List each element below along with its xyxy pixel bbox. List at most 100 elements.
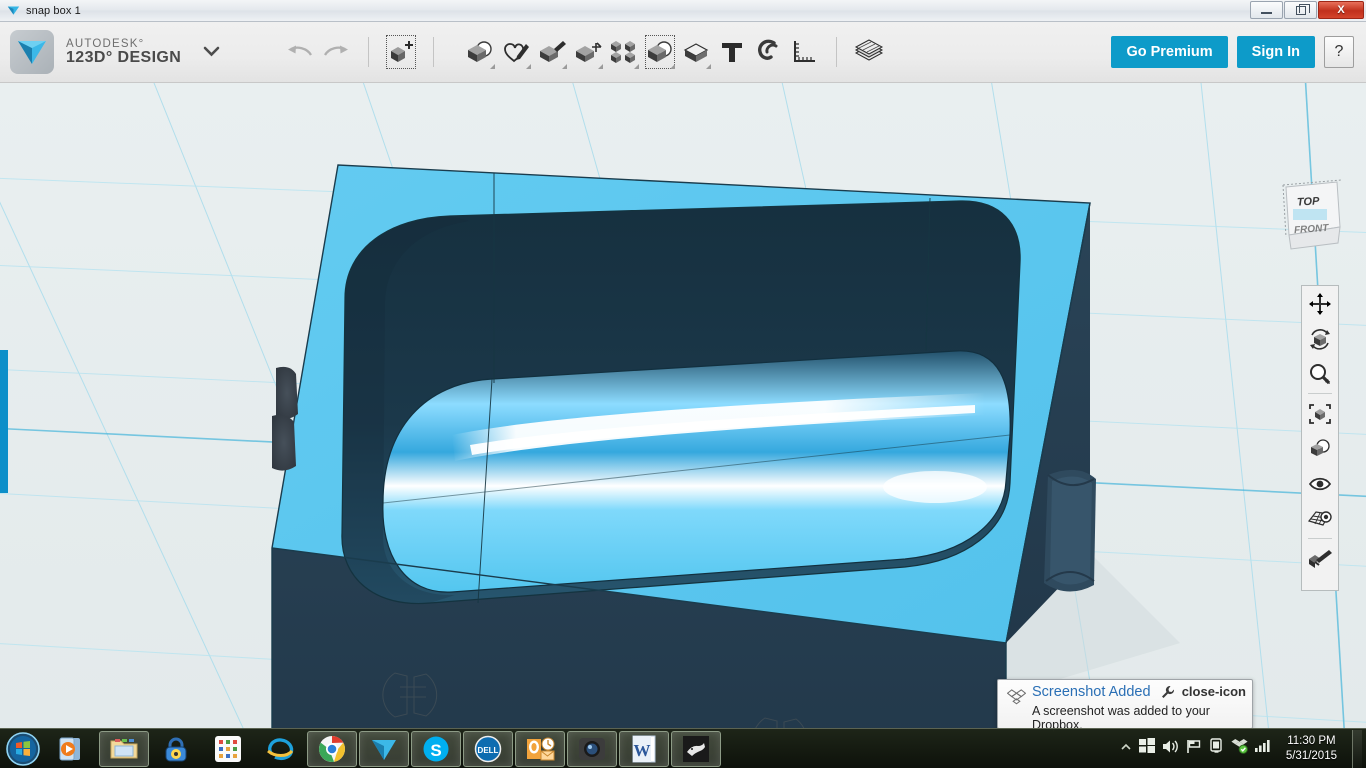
ground-grid — [0, 83, 1366, 728]
toolbar-divider — [368, 37, 369, 67]
123d-design-icon — [370, 736, 398, 762]
taskbar-media-player[interactable] — [47, 731, 97, 767]
tray-dropbox-icon[interactable] — [1231, 738, 1248, 759]
chrome-icon — [318, 735, 346, 763]
construct-icon — [537, 40, 567, 64]
windows-logo-icon — [1139, 738, 1155, 754]
materials-icon — [853, 39, 885, 65]
visual-style-icon — [1308, 438, 1332, 460]
power-plug-icon — [1209, 738, 1224, 754]
tool-measure[interactable] — [786, 32, 822, 72]
dropbox-tray-icon — [1231, 738, 1248, 754]
toolbar-account-actions: Go Premium Sign In ? — [1111, 36, 1354, 68]
nav-pan[interactable] — [1302, 286, 1338, 321]
tool-modify[interactable] — [570, 32, 606, 72]
redo-icon — [323, 44, 349, 60]
window-controls: X — [1250, 1, 1364, 19]
taskbar-file-explorer[interactable] — [99, 731, 149, 767]
text-icon — [720, 40, 744, 64]
taskbar-app-grid[interactable] — [203, 731, 253, 767]
dell-icon: DELL — [474, 735, 502, 763]
tray-power-icon[interactable] — [1209, 738, 1224, 759]
rhino-icon — [683, 736, 709, 762]
taskbar-rhino[interactable] — [671, 731, 721, 767]
tray-windows-icon[interactable] — [1139, 738, 1155, 759]
taskbar-camera[interactable] — [567, 731, 617, 767]
tool-snap[interactable] — [750, 32, 786, 72]
taskbar-security[interactable] — [151, 731, 201, 767]
taskbar-internet-explorer[interactable] — [255, 731, 305, 767]
3d-viewport[interactable]: TOP FRONT — [0, 83, 1366, 728]
desktop-screen: snap box 1 X AUTODESK° 123D° DESIGN — [0, 0, 1366, 768]
tool-text[interactable] — [714, 32, 750, 72]
nav-zoom[interactable] — [1302, 356, 1338, 391]
close-button[interactable]: X — [1318, 1, 1364, 19]
system-tray: 11:30 PM 5/31/2015 — [1120, 730, 1362, 768]
volume-icon — [1162, 739, 1179, 754]
sign-in-button[interactable]: Sign In — [1237, 36, 1315, 68]
wrench-icon[interactable] — [1161, 685, 1175, 699]
dropbox-icon — [1007, 688, 1026, 707]
nav-orbit[interactable] — [1302, 321, 1338, 356]
taskbar-skype[interactable]: S — [411, 731, 461, 767]
network-bars-icon — [1255, 739, 1271, 753]
action-center-flag-icon — [1186, 739, 1202, 754]
taskbar-word[interactable]: W — [619, 731, 669, 767]
word-icon: W — [631, 735, 657, 763]
app-menu-dropdown[interactable] — [203, 44, 220, 60]
tool-group[interactable] — [678, 32, 714, 72]
taskbar-chrome[interactable] — [307, 731, 357, 767]
tool-transform[interactable] — [383, 32, 419, 72]
app-logo[interactable] — [10, 30, 54, 74]
show-desktop-button[interactable] — [1352, 730, 1362, 768]
tray-clock[interactable]: 11:30 PM 5/31/2015 — [1278, 734, 1345, 764]
taskbar-dell[interactable]: DELL — [463, 731, 513, 767]
tool-primitives[interactable] — [462, 32, 498, 72]
dropbox-notification[interactable]: Screenshot Added A screenshot was added … — [997, 679, 1253, 729]
undo-button[interactable] — [282, 32, 318, 72]
dropbox-icon-wrap — [1007, 688, 1026, 712]
brand-product: 123D° DESIGN — [66, 50, 181, 67]
view-cube-icon — [1277, 179, 1347, 251]
nav-divider-1 — [1308, 393, 1332, 394]
internet-explorer-icon — [265, 735, 295, 763]
view-cube[interactable]: TOP FRONT — [1277, 179, 1347, 251]
tray-network-icon[interactable] — [1255, 739, 1271, 758]
orbit-icon — [1308, 328, 1332, 350]
tray-flag-icon[interactable] — [1186, 739, 1202, 759]
help-button[interactable]: ? — [1324, 36, 1354, 68]
close-icon[interactable]: close-icon — [1182, 684, 1246, 699]
nav-grid-snap[interactable] — [1302, 501, 1338, 536]
transform-icon — [387, 39, 415, 65]
redo-button[interactable] — [318, 32, 354, 72]
tool-materials[interactable] — [851, 32, 887, 72]
camera-icon — [578, 736, 606, 762]
chevron-down-icon — [203, 46, 220, 57]
start-orb-icon[interactable] — [0, 730, 46, 768]
visibility-eye-icon — [1308, 475, 1332, 493]
tool-construct[interactable] — [534, 32, 570, 72]
nav-fit[interactable] — [1302, 396, 1338, 431]
taskbar-123d-design[interactable] — [359, 731, 409, 767]
tray-volume-icon[interactable] — [1162, 739, 1179, 759]
tool-pattern[interactable] — [606, 32, 642, 72]
left-panel-tab[interactable] — [0, 350, 8, 493]
tool-combine[interactable] — [642, 32, 678, 72]
clock-time: 11:30 PM — [1286, 734, 1337, 749]
taskbar-outlook[interactable] — [515, 731, 565, 767]
go-premium-button[interactable]: Go Premium — [1111, 36, 1227, 68]
modify-icon — [573, 40, 603, 64]
notification-actions: close-icon — [1161, 684, 1246, 699]
nav-material-brush[interactable] — [1302, 541, 1338, 576]
viewcube-top-label[interactable]: TOP — [1297, 195, 1320, 208]
tool-sketch[interactable] — [498, 32, 534, 72]
pan-icon — [1309, 293, 1331, 315]
nav-visibility[interactable] — [1302, 466, 1338, 501]
nav-visual-style[interactable] — [1302, 431, 1338, 466]
app-toolbar: AUTODESK° 123D° DESIGN — [0, 22, 1366, 83]
restore-button[interactable] — [1284, 1, 1317, 19]
tray-overflow-arrow[interactable] — [1120, 740, 1132, 758]
app-grid-icon — [215, 736, 241, 762]
skype-icon: S — [422, 735, 450, 763]
minimize-button[interactable] — [1250, 1, 1283, 19]
